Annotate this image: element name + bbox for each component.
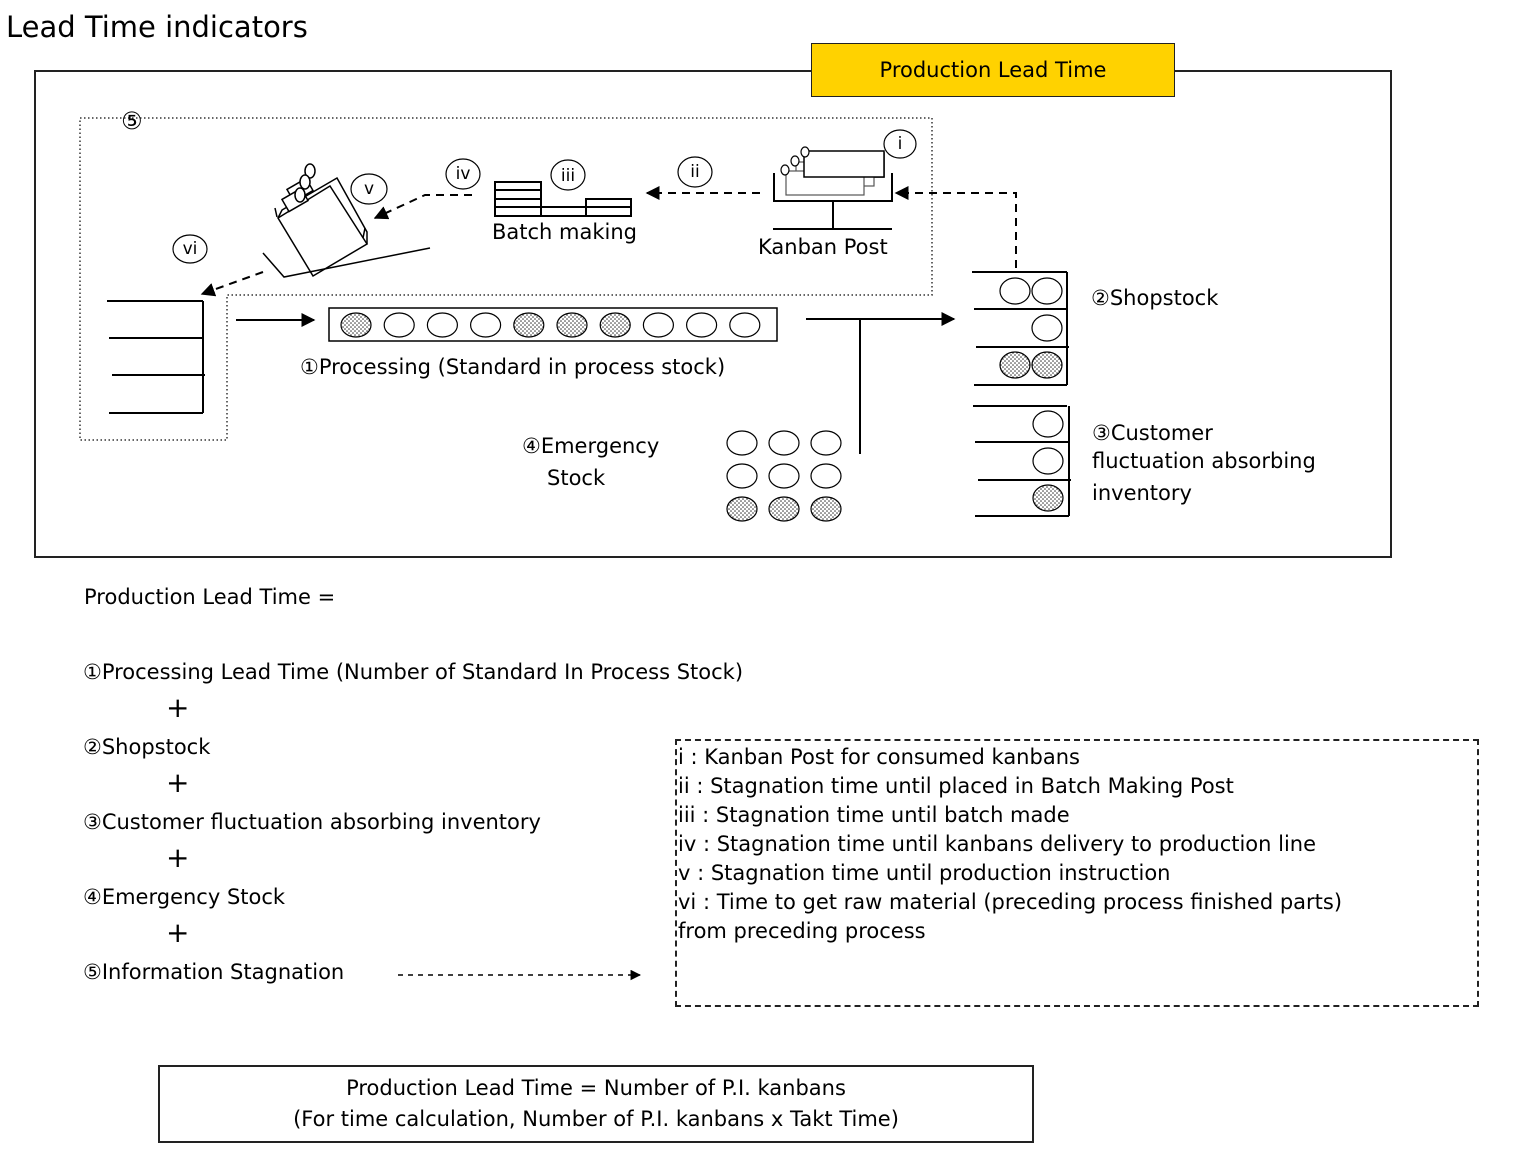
dashed-arrow-to-kanban-post <box>894 186 1017 268</box>
marker-iv: iv <box>455 164 471 184</box>
summary-box: Production Lead Time = Number of P.I. ka… <box>158 1065 1034 1143</box>
production-lead-time-badge: Production Lead Time <box>811 43 1175 97</box>
formula-term-3: ③Customer fluctuation absorbing inventor… <box>83 810 541 834</box>
customer-inventory-item-empty <box>1032 410 1064 438</box>
marker-i: i <box>897 134 903 154</box>
emergency-stock-item-empty <box>810 463 842 489</box>
batch-making-label: Batch making <box>492 220 638 244</box>
shopstock-item-filled <box>1031 351 1063 379</box>
emergency-stock-item-filled <box>726 496 758 522</box>
customer-inventory-item-empty <box>1032 447 1064 475</box>
plus-operator-2: + <box>166 766 190 799</box>
batch-making-icon <box>494 181 632 217</box>
processing-stock-item-filled <box>340 312 372 338</box>
formula-term-1: ①Processing Lead Time (Number of Standar… <box>83 660 744 684</box>
marker-iii: iii <box>560 166 576 186</box>
formula-term-5: ⑤Information Stagnation <box>83 960 345 984</box>
shopstock-item-empty <box>999 277 1031 305</box>
production-instruction-box-icon <box>262 163 431 278</box>
marker-ii: ii <box>690 162 700 182</box>
formula-term-4: ④Emergency Stock <box>83 885 286 909</box>
processing-stock-item-filled <box>599 312 631 338</box>
emergency-label-line-1: ④Emergency <box>522 434 660 458</box>
emergency-stock-item-filled <box>810 496 842 522</box>
marker-v: v <box>363 179 375 199</box>
processing-stock-item-empty <box>426 312 458 338</box>
emergency-stock-item-empty <box>726 430 758 456</box>
emergency-label-line-2: Stock <box>547 466 606 490</box>
plus-operator-1: + <box>166 691 190 724</box>
shopstock-label: ②Shopstock <box>1091 286 1219 310</box>
processing-stock-item-empty <box>470 312 502 338</box>
plus-operator-4: + <box>166 916 190 949</box>
processing-label: ①Processing (Standard in process stock) <box>300 355 726 379</box>
processing-stock-item-empty <box>685 312 718 338</box>
shopstock-item-empty <box>1031 314 1063 342</box>
marker-vi: vi <box>182 239 198 259</box>
raw-material-shelf-icon <box>107 300 205 414</box>
legend-item-i: i : Kanban Post for consumed kanbans <box>678 745 1080 769</box>
processing-stock-item-empty <box>383 312 415 338</box>
legend-item-vi: vi : Time to get raw material (preceding… <box>678 890 1343 914</box>
information-stagnation-marker: ⑤ <box>121 107 143 135</box>
legend-item-iii: iii : Stagnation time until batch made <box>678 803 1070 827</box>
processing-stock-item-filled <box>556 312 588 338</box>
dashed-arrow-vi <box>200 271 264 297</box>
plus-operator-3: + <box>166 841 190 874</box>
emergency-stock-item-empty <box>810 430 842 456</box>
formula-heading: Production Lead Time = <box>84 585 336 609</box>
legend-item-v: v : Stagnation time until production ins… <box>678 861 1171 885</box>
shopstock-item-filled <box>999 351 1031 379</box>
kanban-post-label: Kanban Post <box>758 235 888 259</box>
emergency-stock-item-empty <box>768 430 800 456</box>
summary-line-2: (For time calculation, Number of P.I. ka… <box>293 1107 899 1131</box>
emergency-stock-item-empty <box>726 463 758 489</box>
customer-inventory-item-filled <box>1032 484 1064 512</box>
dashed-arrow-iv <box>373 194 472 220</box>
legend-item-vi-continued: from preceding process <box>678 919 926 943</box>
formula-term-2: ②Shopstock <box>83 735 211 759</box>
customer-inventory-label-line-2: fluctuation absorbing <box>1092 449 1316 473</box>
shopstock-item-empty <box>1031 277 1063 305</box>
processing-stock-item-filled <box>513 312 545 338</box>
legend-item-iv: iv : Stagnation time until kanbans deliv… <box>678 832 1317 856</box>
emergency-stock-item-filled <box>768 496 800 522</box>
emergency-stock-item-empty <box>768 463 800 489</box>
processing-stock-item-empty <box>729 312 761 338</box>
processing-stock-item-empty <box>642 312 675 338</box>
customer-inventory-label-line-1: ③Customer <box>1092 421 1213 445</box>
customer-inventory-label-line-3: inventory <box>1092 481 1192 505</box>
legend-item-ii: ii : Stagnation time until placed in Bat… <box>678 774 1234 798</box>
summary-line-1: Production Lead Time = Number of P.I. ka… <box>346 1076 846 1100</box>
kanban-post-icon <box>773 146 893 230</box>
